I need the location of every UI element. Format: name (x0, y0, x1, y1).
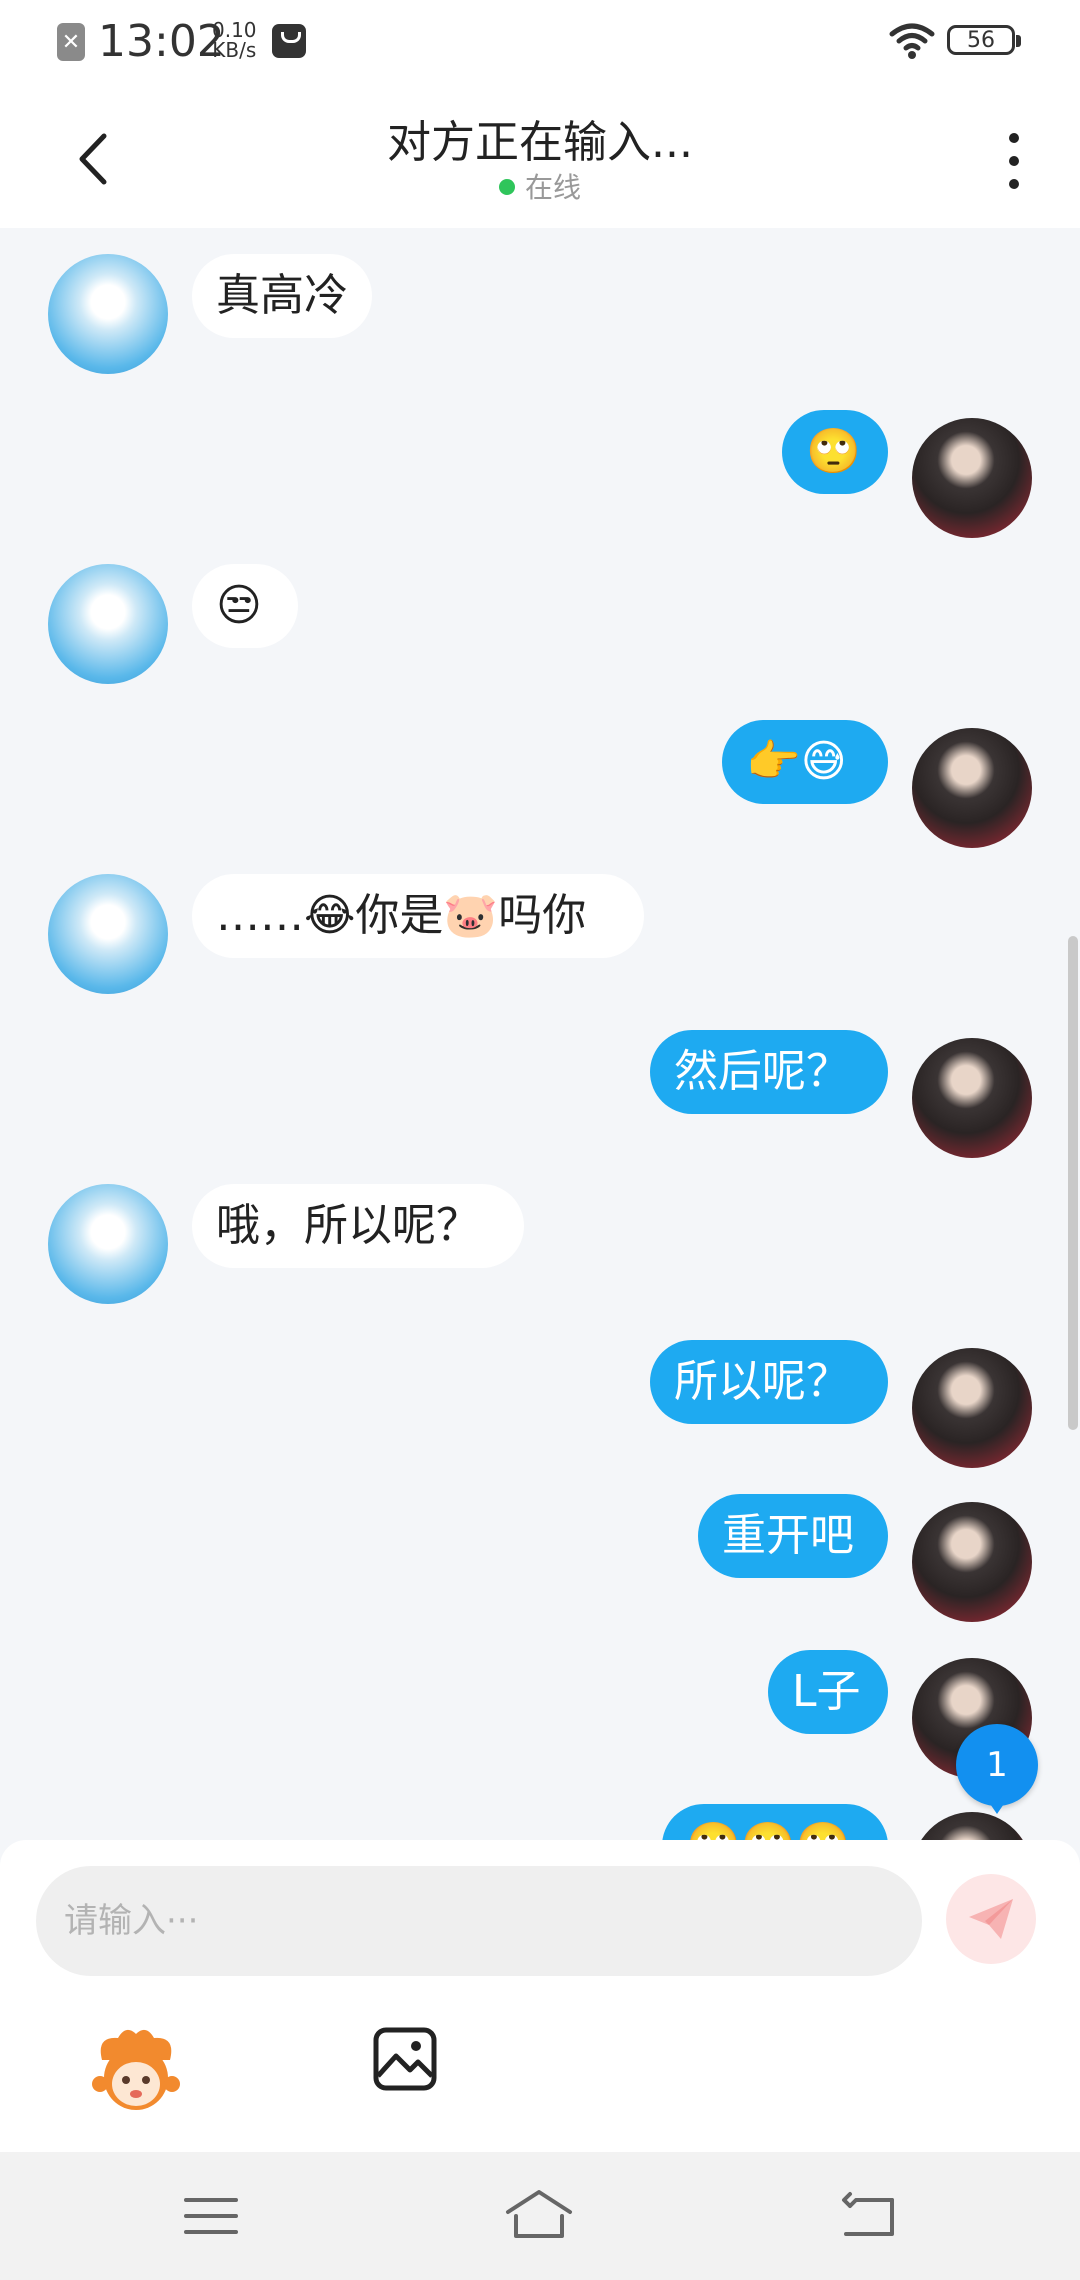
more-options-icon[interactable] (994, 126, 1034, 196)
contact-avatar[interactable] (48, 874, 168, 994)
online-dot-icon (498, 179, 515, 195)
status-time: 13:02 (98, 16, 225, 67)
chat-header: 对方正在输入... 在线 (0, 84, 1080, 228)
outgoing-message-bubble[interactable]: L子 (768, 1650, 888, 1734)
incoming-message-bubble[interactable]: 真高冷 (192, 254, 372, 338)
wifi-icon (889, 23, 935, 59)
incoming-message-bubble[interactable]: 哦，所以呢？ (192, 1184, 524, 1268)
outgoing-message-bubble[interactable]: 🙄 (782, 410, 888, 494)
input-panel (0, 1840, 1080, 2152)
network-rate-value: 0.10 (212, 18, 257, 42)
system-navigation-bar (0, 2152, 1080, 2280)
network-rate-unit: KB/s (212, 38, 257, 62)
online-status-label: 在线 (524, 171, 581, 204)
message-list[interactable]: 真高冷 🙄 😒 👉😅 ……😂你是🐷吗你 然后呢？ 哦，所以呢？ 所以呢？ 重开吧 (0, 228, 1080, 1840)
my-avatar[interactable] (912, 1812, 1032, 1840)
battery-level: 56 (967, 27, 995, 53)
message-input[interactable] (36, 1866, 922, 1976)
status-bar: ✕ 13:02 0.10 KB/s 56 (0, 0, 1080, 84)
outgoing-message-bubble[interactable]: 重开吧 (698, 1494, 888, 1578)
outgoing-message-bubble[interactable]: 🙄🙄🙄 (662, 1804, 888, 1840)
battery-indicator: 56 (947, 25, 1021, 55)
incoming-message-bubble[interactable]: 😒 (192, 564, 298, 648)
send-button[interactable] (946, 1874, 1036, 1964)
my-avatar[interactable] (912, 1348, 1032, 1468)
new-message-badge[interactable]: 1 (956, 1724, 1038, 1814)
online-status: 在线 (0, 166, 1080, 206)
outgoing-message-bubble[interactable]: 然后呢？ (650, 1030, 888, 1114)
chat-title: 对方正在输入... (387, 117, 693, 168)
my-avatar[interactable] (912, 1502, 1032, 1622)
home-icon[interactable] (504, 2186, 574, 2246)
scrollbar-thumb[interactable] (1068, 936, 1078, 1430)
my-avatar[interactable] (912, 728, 1032, 848)
incoming-message-bubble[interactable]: ……😂你是🐷吗你 (192, 874, 644, 958)
image-icon[interactable] (372, 2026, 438, 2092)
contact-avatar[interactable] (48, 254, 168, 374)
outgoing-message-bubble[interactable]: 👉😅 (722, 720, 888, 804)
shopping-bag-icon (272, 24, 306, 58)
notification-close-icon: ✕ (57, 23, 85, 61)
mascot-emoji-icon[interactable] (88, 2022, 184, 2118)
contact-avatar[interactable] (48, 564, 168, 684)
contact-avatar[interactable] (48, 1184, 168, 1304)
network-rate: 0.10 KB/s (212, 20, 257, 60)
my-avatar[interactable] (912, 418, 1032, 538)
paper-plane-icon (969, 1899, 1013, 1939)
my-avatar[interactable] (912, 1038, 1032, 1158)
outgoing-message-bubble[interactable]: 所以呢？ (650, 1340, 888, 1424)
back-icon[interactable] (836, 2186, 906, 2246)
menu-icon[interactable] (176, 2186, 246, 2246)
